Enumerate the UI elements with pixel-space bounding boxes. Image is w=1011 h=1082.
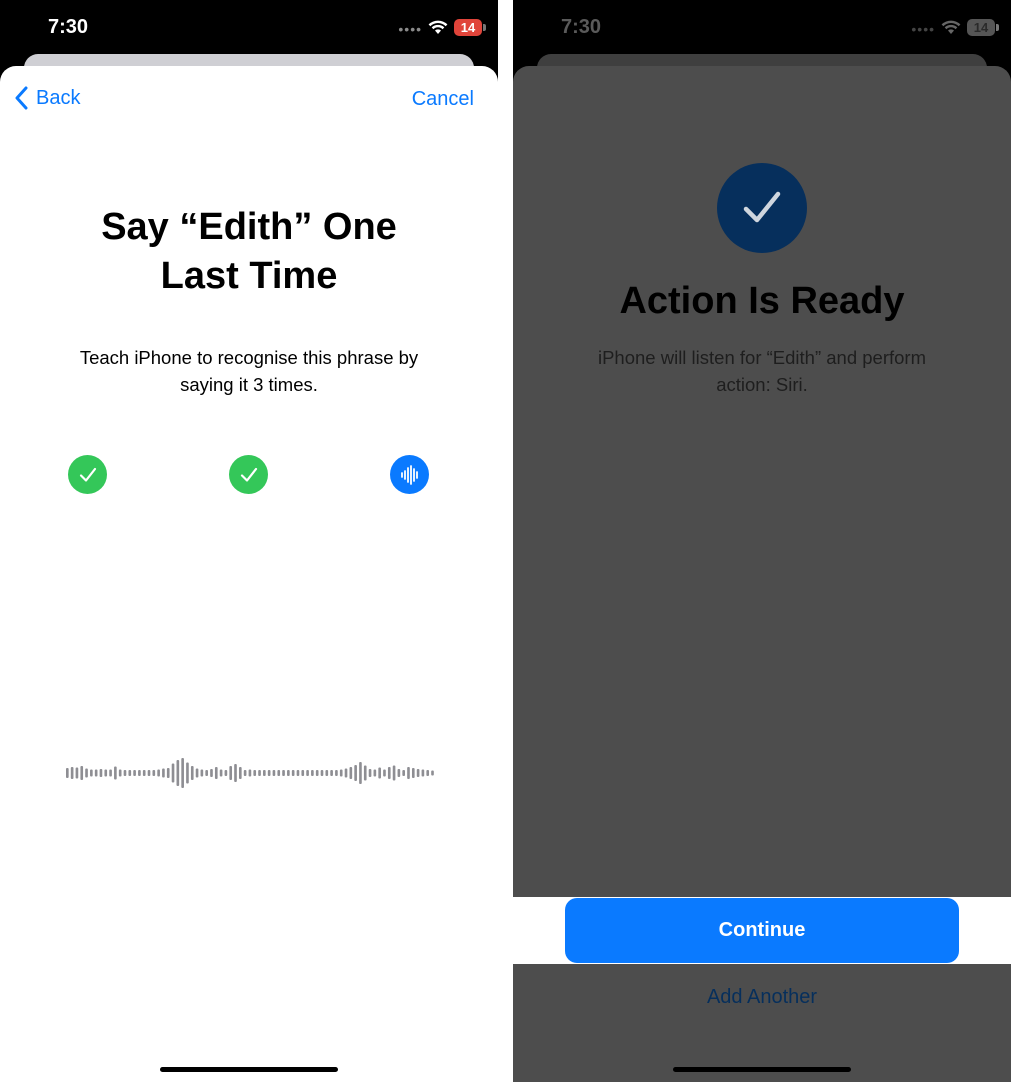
title-line-2: Last Time bbox=[160, 255, 338, 297]
right-screen: 7:30 •••• 14 Action Is Ready iPhone will… bbox=[513, 0, 1011, 1082]
title-line-1: Say “Edith” One bbox=[101, 206, 397, 248]
status-time: 7:30 bbox=[48, 16, 89, 38]
checkmark-icon bbox=[79, 467, 96, 482]
cancel-button[interactable]: Cancel bbox=[412, 88, 474, 111]
checkmark-icon bbox=[240, 467, 257, 482]
page-title: Say “Edith” One Last Time bbox=[0, 203, 498, 301]
progress-step-1-done bbox=[68, 455, 107, 494]
home-indicator[interactable] bbox=[673, 1067, 851, 1072]
waveform-icon bbox=[400, 464, 418, 485]
wifi-icon bbox=[941, 20, 961, 34]
status-bar: 7:30 •••• 14 bbox=[513, 0, 1011, 60]
cellular-signal-icon: •••• bbox=[398, 21, 422, 37]
page-title: Action Is Ready bbox=[619, 280, 905, 322]
dimmed-footer bbox=[513, 964, 1011, 1082]
status-indicators: •••• 14 bbox=[398, 17, 486, 37]
home-indicator[interactable] bbox=[160, 1067, 338, 1072]
progress-step-2-done bbox=[229, 455, 268, 494]
confirmation-line-2: action: Siri. bbox=[716, 374, 808, 395]
wifi-icon bbox=[428, 20, 448, 34]
checkmark-circle-icon bbox=[717, 163, 807, 253]
battery-indicator: 14 bbox=[454, 18, 486, 36]
chevron-left-icon bbox=[15, 86, 28, 110]
status-indicators: •••• 14 bbox=[911, 17, 999, 37]
left-screen: 7:30 •••• 14 Back Cancel Say “Edith” One… bbox=[0, 0, 498, 1082]
status-bar: 7:30 •••• 14 bbox=[0, 0, 498, 60]
battery-indicator: 14 bbox=[967, 18, 999, 36]
checkmark-icon bbox=[743, 191, 781, 223]
progress-step-3-listening bbox=[390, 455, 429, 494]
instruction-line-1: Teach iPhone to recognise this phrase by bbox=[79, 347, 419, 368]
back-label: Back bbox=[36, 86, 81, 109]
add-another-button[interactable]: Add Another bbox=[513, 986, 1011, 1009]
confirmation-line-1: iPhone will listen for “Edith” and perfo… bbox=[597, 347, 926, 368]
instruction-line-2: saying it 3 times. bbox=[180, 374, 318, 395]
cellular-signal-icon: •••• bbox=[911, 21, 935, 37]
confirmation-text: iPhone will listen for “Edith” and perfo… bbox=[543, 344, 981, 398]
instruction-text: Teach iPhone to recognise this phrase by… bbox=[40, 344, 458, 398]
back-button[interactable]: Back bbox=[14, 86, 80, 110]
continue-button[interactable]: Continue bbox=[565, 898, 959, 963]
audio-waveform-icon bbox=[66, 758, 434, 788]
status-time: 7:30 bbox=[561, 16, 602, 38]
